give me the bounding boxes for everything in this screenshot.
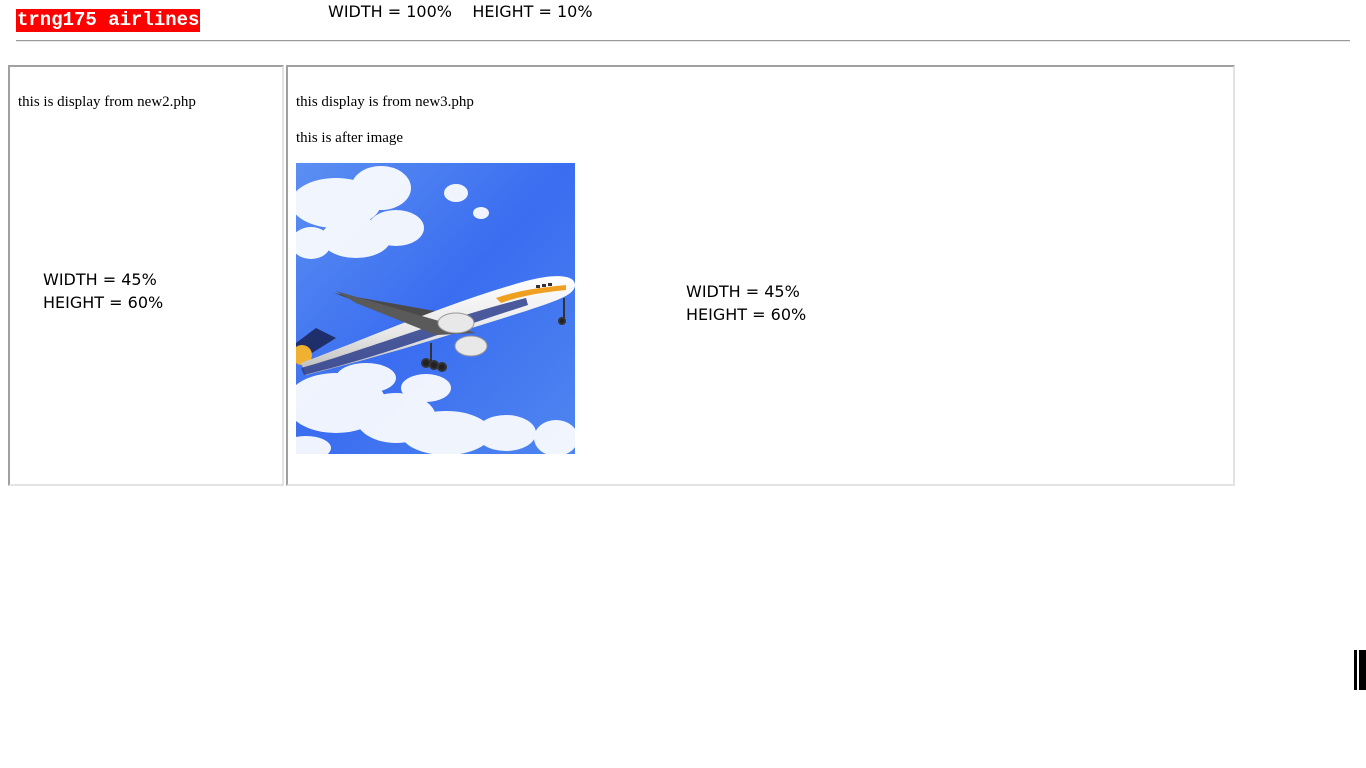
left-frame[interactable]: this is display from new2.php WIDTH = 45… [8, 65, 284, 486]
right-frame-text: this display is from new3.php [296, 94, 474, 110]
site-logo-title: trng175 airlines [16, 9, 201, 32]
text-cursor-marker [1354, 650, 1366, 690]
left-width-label: WIDTH = 45% [43, 270, 157, 289]
left-frame-size-annotation: WIDTH = 45% HEIGHT = 60% [43, 268, 163, 314]
right-frame[interactable]: this display is from new3.php this is af… [286, 65, 1235, 486]
right-height-label: HEIGHT = 60% [686, 305, 807, 324]
header-size-annotation: WIDTH = 100% HEIGHT = 10% [328, 2, 593, 21]
airplane-in-sky-image [296, 163, 575, 454]
left-frame-text: this is display from new2.php [18, 94, 196, 110]
right-frame-size-annotation: WIDTH = 45% HEIGHT = 60% [686, 280, 806, 326]
header-divider [16, 40, 1350, 42]
left-height-label: HEIGHT = 60% [43, 293, 164, 312]
after-image-text: this is after image [296, 130, 404, 146]
right-width-label: WIDTH = 45% [686, 282, 800, 301]
